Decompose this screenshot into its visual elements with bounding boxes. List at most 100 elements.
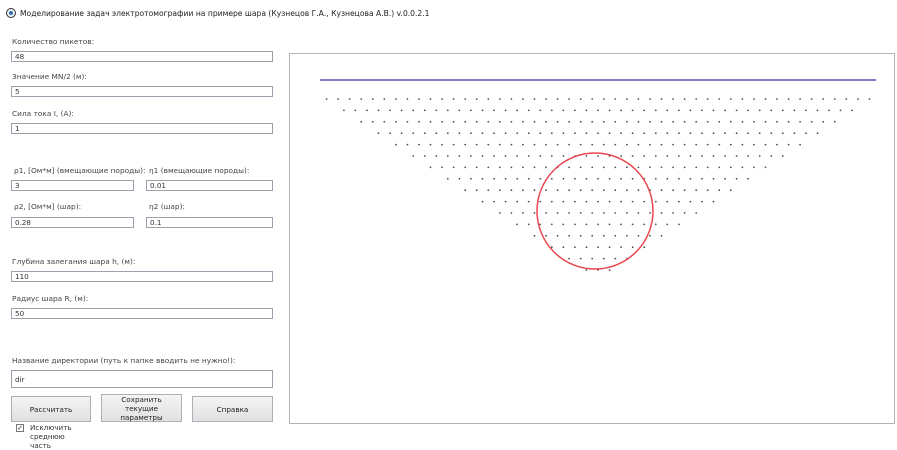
measurement-point — [706, 120, 709, 123]
measurement-point — [637, 189, 640, 192]
measurement-point — [458, 132, 461, 135]
measurement-point — [660, 120, 663, 123]
measurement-point — [614, 166, 617, 169]
measurement-point — [805, 132, 807, 135]
measurement-point — [764, 143, 767, 146]
rho2-input[interactable] — [11, 217, 134, 228]
save-params-button[interactable]: Сохранить текущие параметры — [101, 394, 182, 422]
measurement-point — [527, 177, 530, 180]
mn2-input[interactable] — [11, 86, 273, 97]
measurement-point — [828, 109, 830, 112]
measurement-point — [753, 166, 755, 169]
measurement-point — [753, 143, 755, 146]
measurement-point — [822, 120, 825, 123]
pickets-input[interactable] — [11, 51, 273, 62]
measurement-point — [712, 200, 715, 203]
measurement-point — [591, 166, 594, 169]
measurement-point — [533, 166, 536, 169]
measurement-point — [666, 155, 669, 157]
model-plot-canvas — [289, 53, 895, 424]
measurement-point — [550, 200, 553, 203]
measurement-point — [649, 234, 651, 237]
measurement-point — [712, 109, 715, 112]
measurement-point — [666, 200, 669, 203]
measurement-point — [493, 200, 495, 203]
measurement-point — [695, 143, 698, 146]
measurement-point — [614, 212, 617, 214]
measurement-point — [493, 132, 495, 135]
measurement-point — [649, 120, 651, 123]
current-input[interactable] — [11, 123, 273, 134]
measurement-point — [695, 166, 698, 169]
measurement-point — [591, 189, 594, 192]
measurement-point — [585, 155, 588, 157]
measurement-point — [649, 212, 651, 214]
measurement-point — [591, 257, 594, 260]
measurement-point — [574, 132, 576, 135]
measurement-point — [516, 200, 519, 203]
measurement-point — [770, 155, 773, 157]
measurement-point — [793, 109, 796, 112]
directory-input[interactable] — [11, 370, 273, 388]
measurement-point — [666, 177, 669, 180]
measurement-point — [678, 200, 680, 203]
measurement-point — [770, 132, 773, 135]
measurement-point — [366, 109, 368, 112]
measurement-point — [747, 177, 749, 180]
measurement-point — [712, 155, 715, 157]
radius-label: Радиус шара R, (м): — [12, 294, 89, 303]
measurement-point — [481, 200, 484, 203]
measurement-point — [631, 246, 634, 249]
window-title: Моделирование задач электротомографии на… — [20, 8, 430, 18]
measurement-point — [672, 143, 674, 146]
measurement-point — [585, 246, 588, 249]
measurement-point — [799, 143, 801, 146]
measurement-point — [683, 143, 686, 146]
eta1-input[interactable] — [146, 180, 273, 191]
measurement-point — [729, 98, 732, 100]
exclude-middle-checkbox[interactable]: ✓ Исключить среднюю часть — [16, 423, 80, 450]
measurement-point — [568, 257, 570, 260]
measurement-point — [574, 109, 576, 112]
measurement-point — [816, 132, 819, 135]
measurement-point — [591, 98, 594, 100]
eta2-label: η2 (шар): — [149, 202, 185, 211]
measurement-point — [458, 109, 461, 112]
pickets-label: Количество пикетов: — [12, 37, 95, 46]
measurement-point — [527, 109, 530, 112]
measurement-point — [712, 177, 715, 180]
measurement-point — [735, 132, 738, 135]
measurement-point — [585, 223, 588, 226]
depth-input[interactable] — [11, 271, 273, 282]
measurement-point — [608, 109, 611, 112]
calculate-button[interactable]: Рассчитать — [11, 396, 91, 422]
measurement-point — [701, 109, 703, 112]
help-button[interactable]: Справка — [192, 396, 273, 422]
measurement-point — [654, 177, 657, 180]
measurement-point — [510, 212, 513, 214]
measurement-point — [556, 143, 559, 146]
measurement-point — [608, 200, 611, 203]
measurement-point — [516, 177, 519, 180]
measurement-point — [608, 132, 611, 135]
measurement-point — [446, 177, 449, 180]
measurement-point — [822, 98, 825, 100]
measurement-point — [689, 200, 692, 203]
measurement-point — [683, 189, 686, 192]
measurement-point — [672, 120, 674, 123]
eta2-input[interactable] — [146, 217, 273, 228]
checkbox-check-icon[interactable]: ✓ — [16, 424, 24, 432]
measurement-point — [568, 143, 570, 146]
measurement-point — [348, 98, 351, 100]
measurement-point — [539, 132, 542, 135]
measurement-point — [343, 109, 345, 112]
measurement-point — [602, 189, 605, 192]
measurement-point — [643, 200, 646, 203]
measurement-point — [441, 143, 443, 146]
measurement-point — [423, 109, 426, 112]
measurement-point — [660, 212, 663, 214]
measurement-point — [701, 177, 703, 180]
radius-input[interactable] — [11, 308, 273, 319]
measurement-point — [741, 98, 744, 100]
rho1-input[interactable] — [11, 180, 134, 191]
